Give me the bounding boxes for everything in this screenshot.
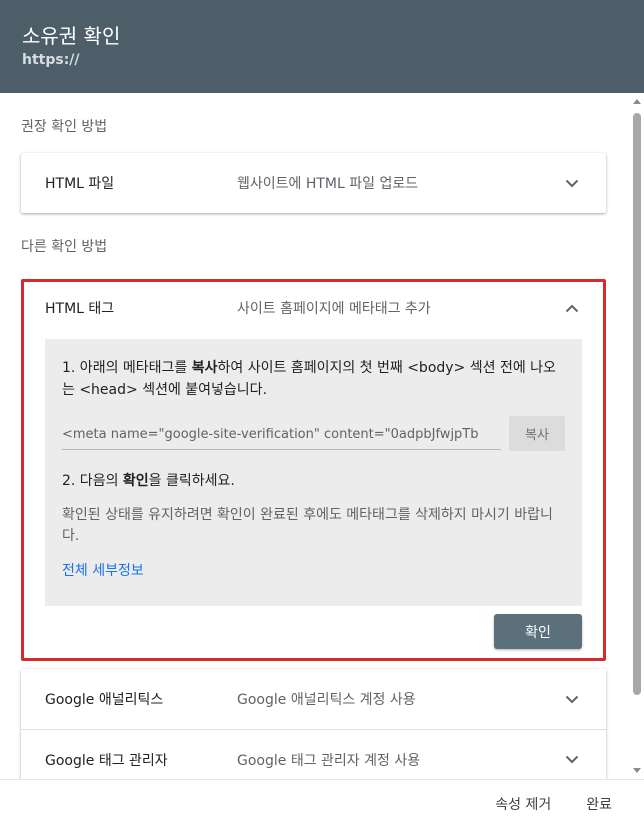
keep-tag-note: 확인된 상태를 유지하려면 확인이 완료된 후에도 메타태그를 삭제하지 마시기…	[62, 507, 553, 544]
method-name: Google 애널리틱스	[45, 692, 164, 708]
step-1-text: 1. 아래의 메타태그를 복사하여 사이트 홈페이지의 첫 번째 <body> …	[62, 360, 556, 398]
dialog-footer: 속성 제거 완료	[0, 779, 644, 827]
scroll-down-arrow-icon[interactable]	[633, 768, 641, 773]
method-description: 웹사이트에 HTML 파일 업로드	[237, 176, 419, 192]
method-description: Google 태그 관리자 계정 사용	[237, 752, 421, 769]
method-row-html-tag[interactable]: HTML 태그 사이트 홈페이지에 메타태그 추가	[24, 282, 603, 334]
meta-tag-field[interactable]: <meta name="google-site-verification" co…	[62, 416, 501, 450]
chevron-down-icon[interactable]	[562, 173, 582, 193]
full-details-link[interactable]: 전체 세부정보	[62, 560, 565, 580]
recommended-section-label: 권장 확인 방법	[21, 119, 108, 135]
step-2-text: 2. 다음의 확인을 클릭하세요.	[62, 473, 235, 489]
verify-button[interactable]: 확인	[494, 614, 582, 649]
method-description: Google 애널리틱스 계정 사용	[237, 692, 416, 708]
property-url: https://	[22, 52, 80, 68]
scrollbar-thumb[interactable]	[633, 113, 641, 695]
method-description: 사이트 홈페이지에 메타태그 추가	[237, 301, 431, 317]
scroll-up-arrow-icon[interactable]	[633, 99, 641, 104]
chevron-down-icon[interactable]	[562, 689, 582, 709]
method-row-google-tag-manager[interactable]: Google 태그 관리자 Google 태그 관리자 계정 사용	[21, 729, 606, 779]
method-card-html-file[interactable]: HTML 파일 웹사이트에 HTML 파일 업로드	[21, 153, 606, 213]
other-section-label: 다른 확인 방법	[21, 239, 108, 255]
remove-property-button[interactable]: 속성 제거	[495, 794, 551, 814]
chevron-up-icon[interactable]	[562, 298, 582, 318]
more-methods-card: Google 애널리틱스 Google 애널리틱스 계정 사용 Google 태…	[21, 669, 606, 779]
method-name: HTML 파일	[45, 176, 115, 192]
copy-button[interactable]: 복사	[509, 416, 565, 451]
dialog-body[interactable]: 권장 확인 방법 HTML 파일 웹사이트에 HTML 파일 업로드 다른 확인…	[0, 93, 644, 779]
dialog-header: 소유권 확인 https://	[0, 0, 644, 93]
done-button[interactable]: 완료	[586, 794, 612, 814]
chevron-down-icon[interactable]	[562, 750, 582, 770]
instructions-panel: 1. 아래의 메타태그를 복사하여 사이트 홈페이지의 첫 번째 <body> …	[45, 339, 582, 606]
method-name: HTML 태그	[45, 301, 115, 317]
method-row-html-file[interactable]: HTML 파일 웹사이트에 HTML 파일 업로드	[21, 153, 606, 213]
method-row-google-analytics[interactable]: Google 애널리틱스 Google 애널리틱스 계정 사용	[21, 669, 606, 729]
method-name: Google 태그 관리자	[45, 752, 168, 769]
dialog-title: 소유권 확인	[22, 24, 121, 48]
method-card-html-tag[interactable]: HTML 태그 사이트 홈페이지에 메타태그 추가 1. 아래의 메타태그를 복…	[21, 279, 606, 661]
vertical-scrollbar[interactable]	[630, 93, 644, 779]
